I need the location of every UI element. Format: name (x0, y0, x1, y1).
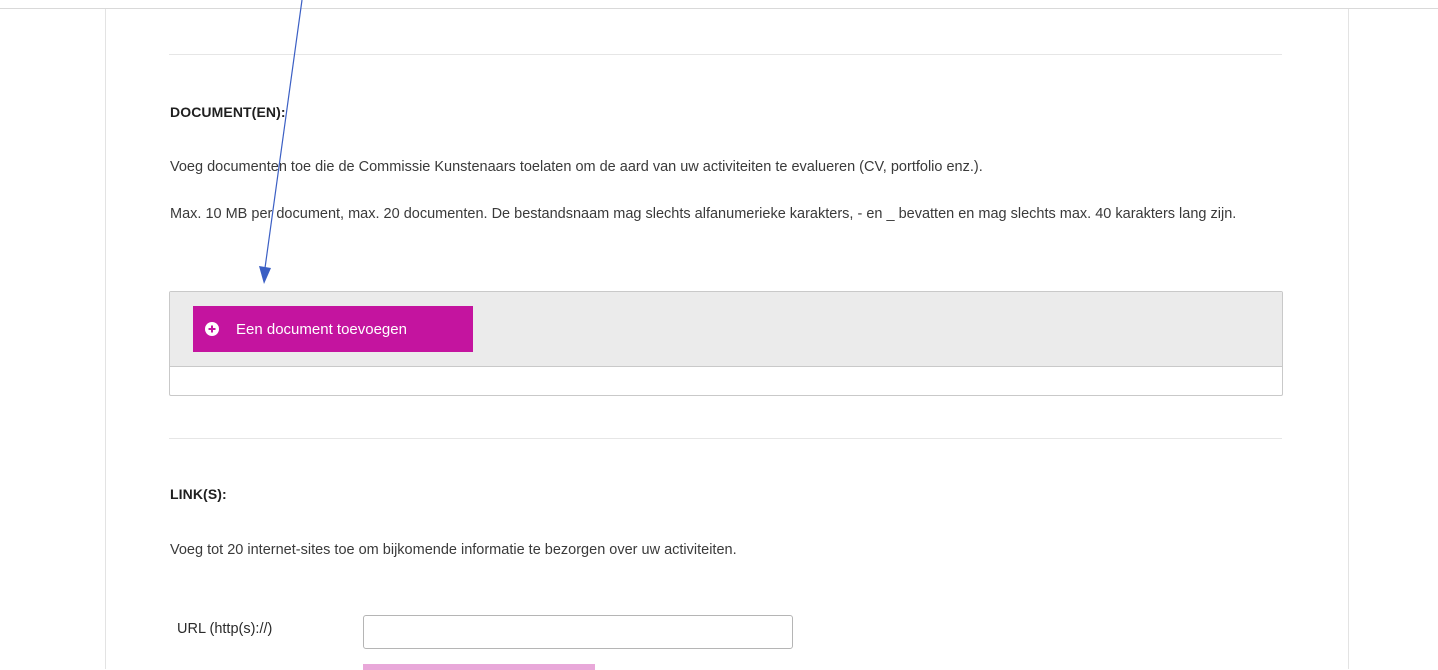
add-document-button[interactable]: Een document toevoegen (193, 306, 473, 352)
url-field-label: URL (http(s)://) (177, 621, 273, 637)
documents-limits-text: Max. 10 MB per document, max. 20 documen… (170, 206, 1237, 222)
links-description: Voeg tot 20 internet-sites toe om bijkom… (170, 542, 737, 558)
add-document-label: Een document toevoegen (236, 320, 407, 338)
add-link-button-partial[interactable] (363, 664, 595, 670)
documents-section-title: DOCUMENT(EN): (170, 104, 286, 120)
links-section-title: LINK(S): (170, 486, 227, 502)
document-upload-box: Een document toevoegen (169, 291, 1283, 396)
upload-toolbar: Een document toevoegen (170, 292, 1282, 367)
url-input[interactable] (363, 615, 793, 649)
documents-description: Voeg documenten toe die de Commissie Kun… (170, 159, 983, 175)
section-divider-middle (169, 438, 1282, 439)
section-divider-top (169, 54, 1282, 55)
plus-circle-icon (205, 322, 219, 336)
